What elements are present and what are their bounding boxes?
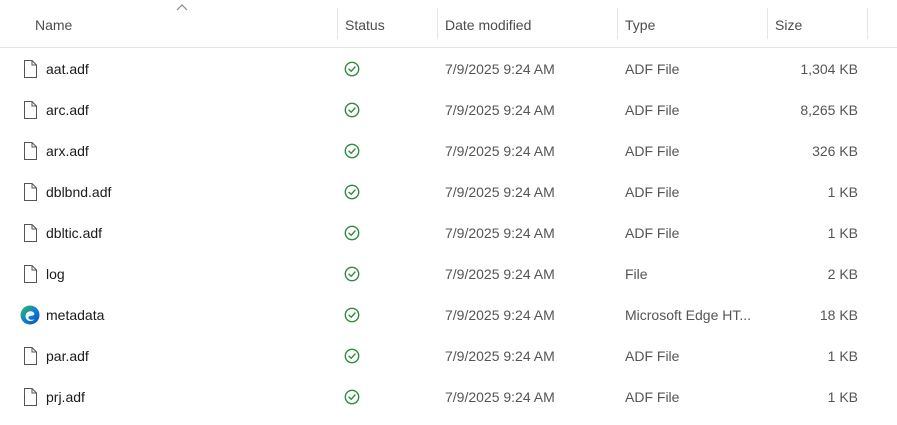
column-header-date-label: Date modified xyxy=(445,16,532,33)
file-type: ADF File xyxy=(625,60,680,77)
file-icon xyxy=(20,89,40,130)
synced-check-icon xyxy=(343,130,361,171)
file-date-modified: 7/9/2025 9:24 AM xyxy=(445,142,555,159)
file-icon xyxy=(20,253,40,294)
file-row[interactable]: aat.adf 7/9/2025 9:24 AM ADF File 1,304 KB xyxy=(0,48,897,89)
file-row[interactable]: prj.adf 7/9/2025 9:24 AM ADF File 1 KB xyxy=(0,376,897,417)
file-name[interactable]: par.adf xyxy=(46,335,89,376)
edge-browser-icon xyxy=(20,294,40,335)
file-type: ADF File xyxy=(625,347,680,364)
file-size: 1 KB xyxy=(827,388,858,405)
file-size: 1,304 KB xyxy=(800,60,858,77)
file-size: 326 KB xyxy=(812,142,858,159)
column-header-name-label: Name xyxy=(35,16,73,33)
file-type: Microsoft Edge HT... xyxy=(625,306,752,323)
column-header-filler xyxy=(868,0,897,47)
synced-check-icon xyxy=(343,212,361,253)
file-name[interactable]: dblbnd.adf xyxy=(46,171,111,212)
file-type: ADF File xyxy=(625,388,680,405)
file-row[interactable]: dbltic.adf 7/9/2025 9:24 AM ADF File 1 KB xyxy=(0,212,897,253)
synced-check-icon xyxy=(343,253,361,294)
column-header-status[interactable]: Status xyxy=(338,0,438,47)
column-header-type[interactable]: Type xyxy=(618,0,768,47)
synced-check-icon xyxy=(343,294,361,335)
file-date-modified: 7/9/2025 9:24 AM xyxy=(445,306,555,323)
file-name[interactable]: metadata xyxy=(46,294,104,335)
file-type: ADF File xyxy=(625,101,680,118)
column-header-size-label: Size xyxy=(775,16,803,33)
file-type: File xyxy=(625,265,648,282)
synced-check-icon xyxy=(343,48,361,89)
synced-check-icon xyxy=(343,89,361,130)
synced-check-icon xyxy=(343,376,361,417)
file-type: ADF File xyxy=(625,224,680,241)
file-row[interactable]: par.adf 7/9/2025 9:24 AM ADF File 1 KB xyxy=(0,335,897,376)
file-date-modified: 7/9/2025 9:24 AM xyxy=(445,388,555,405)
file-name[interactable]: prj.adf xyxy=(46,376,85,417)
file-name[interactable]: log xyxy=(46,253,65,294)
file-size: 1 KB xyxy=(827,347,858,364)
file-row[interactable]: metadata 7/9/2025 9:24 AM Microsoft Edge H… xyxy=(0,294,897,335)
file-type: ADF File xyxy=(625,142,680,159)
synced-check-icon xyxy=(343,335,361,376)
file-row[interactable]: log 7/9/2025 9:24 AM File 2 KB xyxy=(0,253,897,294)
file-size: 18 KB xyxy=(819,306,858,323)
column-header-status-label: Status xyxy=(345,16,385,33)
file-name[interactable]: aat.adf xyxy=(46,48,89,89)
file-icon xyxy=(20,48,40,89)
file-row[interactable]: arx.adf 7/9/2025 9:24 AM ADF File 326 KB xyxy=(0,130,897,171)
file-size: 8,265 KB xyxy=(800,101,858,118)
file-name[interactable]: arc.adf xyxy=(46,89,89,130)
file-name[interactable]: dbltic.adf xyxy=(46,212,102,253)
file-icon xyxy=(20,171,40,212)
file-icon xyxy=(20,212,40,253)
file-list-view: Name Status Date modified Type Size aat.… xyxy=(0,0,897,425)
column-header-size[interactable]: Size xyxy=(768,0,868,47)
file-date-modified: 7/9/2025 9:24 AM xyxy=(445,265,555,282)
file-date-modified: 7/9/2025 9:24 AM xyxy=(445,224,555,241)
sort-ascending-icon xyxy=(176,4,188,11)
file-size: 1 KB xyxy=(827,183,858,200)
synced-check-icon xyxy=(343,171,361,212)
file-date-modified: 7/9/2025 9:24 AM xyxy=(445,183,555,200)
file-size: 2 KB xyxy=(827,265,858,282)
file-icon xyxy=(20,335,40,376)
file-type: ADF File xyxy=(625,183,680,200)
column-header-date-modified[interactable]: Date modified xyxy=(438,0,618,47)
file-date-modified: 7/9/2025 9:24 AM xyxy=(445,101,555,118)
column-header-name[interactable]: Name xyxy=(0,0,338,47)
file-icon xyxy=(20,376,40,417)
file-size: 1 KB xyxy=(827,224,858,241)
column-header-type-label: Type xyxy=(625,16,656,33)
file-icon xyxy=(20,130,40,171)
file-name[interactable]: arx.adf xyxy=(46,130,89,171)
file-date-modified: 7/9/2025 9:24 AM xyxy=(445,347,555,364)
file-row[interactable]: dblbnd.adf 7/9/2025 9:24 AM ADF File 1 KB xyxy=(0,171,897,212)
file-row[interactable]: arc.adf 7/9/2025 9:24 AM ADF File 8,265 KB xyxy=(0,89,897,130)
file-date-modified: 7/9/2025 9:24 AM xyxy=(445,60,555,77)
column-header-bar: Name Status Date modified Type Size xyxy=(0,0,897,48)
